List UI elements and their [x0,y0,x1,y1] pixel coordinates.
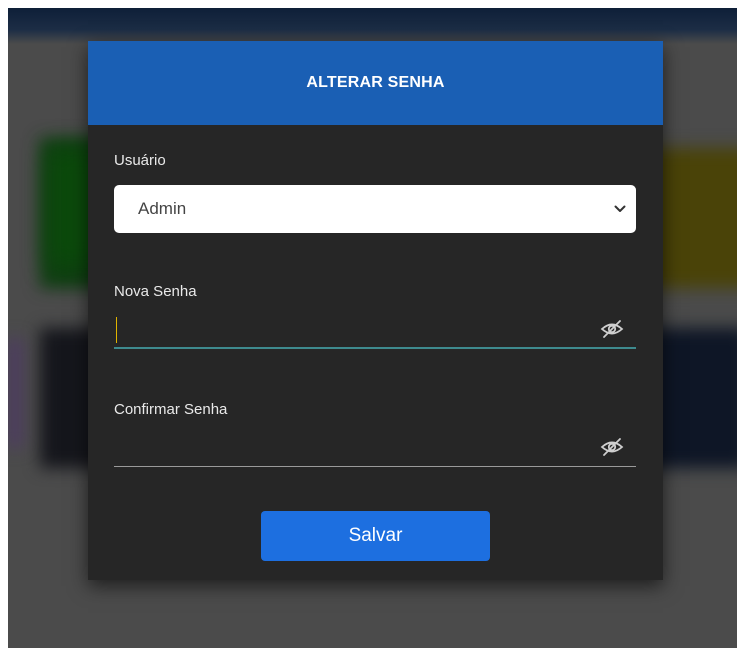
new-password-field[interactable] [114,313,636,349]
change-password-dialog: ALTERAR SENHA Usuário Admin Nova Senha C… [88,41,663,580]
confirm-password-field[interactable] [114,431,636,467]
background-topbar [8,8,737,44]
dialog-header: ALTERAR SENHA [88,41,663,125]
eye-slash-icon[interactable] [600,319,624,344]
new-password-label: Nova Senha [114,283,197,300]
confirm-password-label: Confirmar Senha [114,401,228,418]
chevron-down-icon [614,205,626,213]
save-button[interactable]: Salvar [261,511,490,561]
dialog-title: ALTERAR SENHA [306,74,445,91]
user-select-value: Admin [138,199,187,218]
user-label: Usuário [114,152,166,169]
user-select[interactable]: Admin [114,185,636,233]
background-tile [8,338,22,448]
eye-slash-icon[interactable] [600,437,624,462]
text-caret [116,317,117,343]
